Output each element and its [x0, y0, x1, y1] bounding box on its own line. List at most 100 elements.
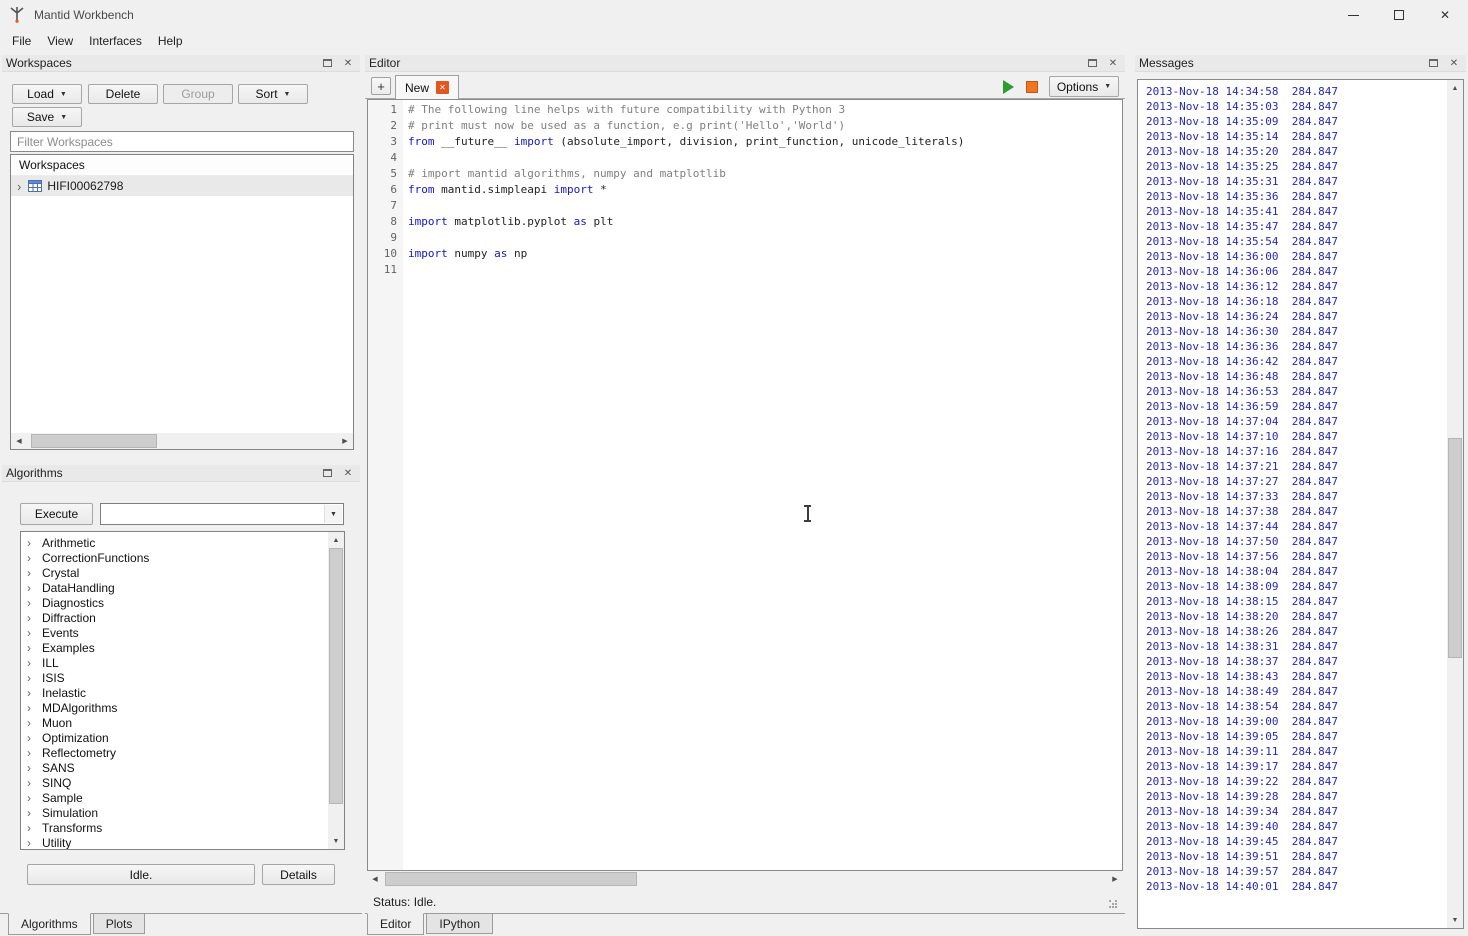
scroll-up-icon[interactable]: ▲	[1447, 80, 1463, 96]
scroll-up-icon[interactable]: ▲	[328, 532, 344, 548]
algorithm-category-sans[interactable]: ›SANS	[21, 760, 344, 775]
algorithm-category-simulation[interactable]: ›Simulation	[21, 805, 344, 820]
sort-button[interactable]: Sort▼	[238, 84, 308, 104]
tab-plots[interactable]: Plots	[93, 914, 146, 934]
messages-vscrollbar[interactable]: ▲ ▼	[1447, 80, 1463, 928]
expand-chevron-icon[interactable]: ›	[27, 612, 37, 624]
workspaces-hscrollbar[interactable]: ◀ ▶	[11, 433, 353, 449]
algorithm-category-inelastic[interactable]: ›Inelastic	[21, 685, 344, 700]
editor-hscrollbar[interactable]: ◀ ▶	[367, 871, 1123, 887]
scrollbar-track[interactable]	[27, 433, 337, 449]
close-dock-button[interactable]: ✕	[340, 56, 356, 70]
expand-chevron-icon[interactable]: ›	[27, 642, 37, 654]
close-dock-button[interactable]: ✕	[340, 466, 356, 480]
delete-button[interactable]: Delete	[88, 84, 158, 104]
script-tab-new[interactable]: New ✕	[395, 75, 459, 99]
expand-chevron-icon[interactable]: ›	[17, 180, 21, 193]
float-dock-button[interactable]	[1425, 56, 1441, 70]
scrollbar-thumb[interactable]	[329, 548, 343, 804]
expand-chevron-icon[interactable]: ›	[27, 777, 37, 789]
algorithms-vscrollbar[interactable]: ▲ ▼	[328, 532, 344, 849]
expand-chevron-icon[interactable]: ›	[27, 582, 37, 594]
expand-chevron-icon[interactable]: ›	[27, 747, 37, 759]
algorithm-search-combobox[interactable]: ▼	[100, 503, 344, 525]
tab-algorithms[interactable]: Algorithms	[8, 913, 91, 935]
algorithm-category-sample[interactable]: ›Sample	[21, 790, 344, 805]
expand-chevron-icon[interactable]: ›	[27, 627, 37, 639]
algorithm-category-optimization[interactable]: ›Optimization	[21, 730, 344, 745]
scrollbar-thumb[interactable]	[31, 434, 157, 448]
scroll-down-icon[interactable]: ▼	[328, 833, 344, 849]
expand-chevron-icon[interactable]: ›	[27, 597, 37, 609]
scroll-right-icon[interactable]: ▶	[1107, 871, 1123, 887]
expand-chevron-icon[interactable]: ›	[27, 552, 37, 564]
menu-interfaces[interactable]: Interfaces	[81, 31, 150, 51]
size-grip-icon[interactable]	[1109, 900, 1119, 910]
close-dock-button[interactable]: ✕	[1446, 56, 1462, 70]
expand-chevron-icon[interactable]: ›	[27, 567, 37, 579]
minimize-button[interactable]	[1330, 0, 1376, 30]
algorithm-category-crystal[interactable]: ›Crystal	[21, 565, 344, 580]
algorithm-category-diffraction[interactable]: ›Diffraction	[21, 610, 344, 625]
scrollbar-track[interactable]	[328, 548, 344, 833]
algorithm-category-arithmetic[interactable]: ›Arithmetic	[21, 535, 344, 550]
algorithm-category-ill[interactable]: ›ILL	[21, 655, 344, 670]
add-tab-button[interactable]: +	[371, 77, 391, 95]
expand-chevron-icon[interactable]: ›	[27, 717, 37, 729]
scrollbar-thumb[interactable]	[1448, 438, 1462, 658]
expand-chevron-icon[interactable]: ›	[27, 702, 37, 714]
save-button[interactable]: Save▼	[12, 107, 82, 127]
expand-chevron-icon[interactable]: ›	[27, 687, 37, 699]
expand-chevron-icon[interactable]: ›	[27, 672, 37, 684]
execute-button[interactable]: Execute	[20, 503, 93, 525]
expand-chevron-icon[interactable]: ›	[27, 807, 37, 819]
expand-chevron-icon[interactable]: ›	[27, 657, 37, 669]
scroll-left-icon[interactable]: ◀	[11, 433, 27, 449]
load-button[interactable]: Load▼	[12, 84, 82, 104]
close-tab-button[interactable]: ✕	[436, 81, 449, 94]
expand-chevron-icon[interactable]: ›	[27, 762, 37, 774]
details-button[interactable]: Details	[262, 864, 335, 885]
algorithm-category-reflectometry[interactable]: ›Reflectometry	[21, 745, 344, 760]
expand-chevron-icon[interactable]: ›	[27, 732, 37, 744]
abort-button[interactable]	[1024, 79, 1040, 94]
filter-workspaces-input[interactable]	[10, 131, 354, 152]
scroll-down-icon[interactable]: ▼	[1447, 912, 1463, 928]
scroll-left-icon[interactable]: ◀	[367, 871, 383, 887]
workspace-item[interactable]: › HIFI00062798	[11, 176, 353, 196]
scrollbar-thumb[interactable]	[385, 872, 637, 886]
code-lines[interactable]: # The following line helps with future c…	[403, 100, 1122, 870]
chevron-down-icon[interactable]: ▼	[324, 505, 342, 523]
algorithm-category-mdalgorithms[interactable]: ›MDAlgorithms	[21, 700, 344, 715]
algorithm-category-muon[interactable]: ›Muon	[21, 715, 344, 730]
group-button[interactable]: Group	[163, 84, 233, 104]
float-dock-button[interactable]	[1084, 56, 1100, 70]
scrollbar-track[interactable]	[383, 871, 1107, 887]
menu-help[interactable]: Help	[150, 31, 191, 51]
float-dock-button[interactable]	[319, 56, 335, 70]
workspaces-dock-titlebar[interactable]: Workspaces ✕	[2, 55, 360, 72]
run-button[interactable]	[997, 78, 1019, 95]
messages-dock-titlebar[interactable]: Messages ✕	[1135, 55, 1466, 72]
menu-file[interactable]: File	[4, 31, 39, 51]
algorithm-category-transforms[interactable]: ›Transforms	[21, 820, 344, 835]
float-dock-button[interactable]	[319, 466, 335, 480]
editor-dock-titlebar[interactable]: Editor ✕	[365, 55, 1125, 72]
code-editor[interactable]: 1234567891011 # The following line helps…	[367, 99, 1123, 871]
algorithm-category-events[interactable]: ›Events	[21, 625, 344, 640]
options-button[interactable]: Options▼	[1049, 76, 1119, 97]
expand-chevron-icon[interactable]: ›	[27, 837, 37, 849]
algorithm-category-sinq[interactable]: ›SINQ	[21, 775, 344, 790]
algorithms-dock-titlebar[interactable]: Algorithms ✕	[2, 465, 360, 482]
tab-ipython[interactable]: IPython	[426, 914, 493, 934]
close-button[interactable]: ✕	[1422, 0, 1468, 30]
expand-chevron-icon[interactable]: ›	[27, 792, 37, 804]
maximize-button[interactable]	[1376, 0, 1422, 30]
algorithm-category-diagnostics[interactable]: ›Diagnostics	[21, 595, 344, 610]
scroll-right-icon[interactable]: ▶	[337, 433, 353, 449]
algorithm-category-correctionfunctions[interactable]: ›CorrectionFunctions	[21, 550, 344, 565]
menu-view[interactable]: View	[39, 31, 81, 51]
scrollbar-track[interactable]	[1447, 96, 1463, 912]
expand-chevron-icon[interactable]: ›	[27, 822, 37, 834]
algorithm-category-utility[interactable]: ›Utility	[21, 835, 344, 850]
